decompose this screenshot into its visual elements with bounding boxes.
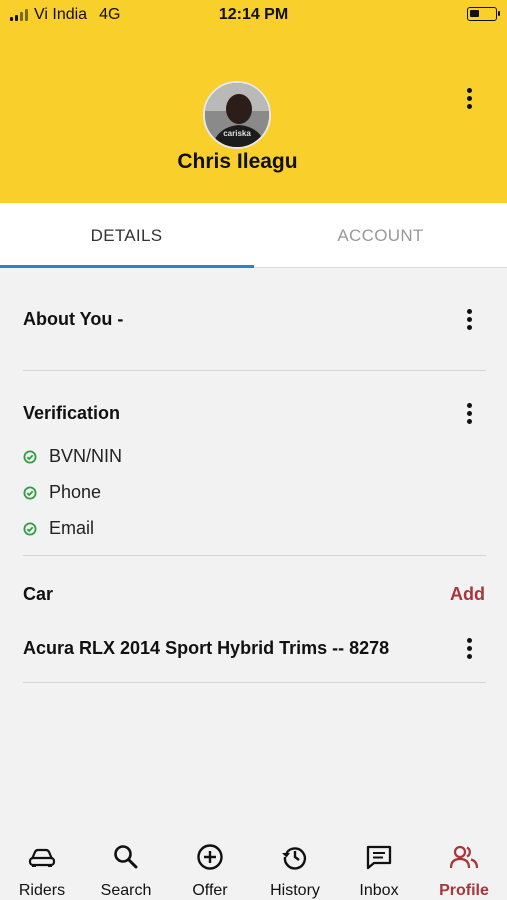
nav-label: Inbox (359, 882, 399, 899)
tab-details[interactable]: DETAILS (0, 203, 253, 268)
verification-more-icon[interactable] (459, 403, 479, 424)
avatar-shirt-text: cariska (223, 129, 251, 138)
users-icon (449, 845, 479, 869)
message-icon (366, 845, 392, 870)
verification-item-email: Email (23, 518, 94, 539)
verification-label: BVN/NIN (49, 446, 123, 466)
tab-bar: DETAILS ACCOUNT (0, 203, 507, 268)
verification-item-bvn: BVN/NIN (23, 446, 122, 467)
divider (23, 370, 486, 371)
divider (23, 555, 486, 556)
search-icon (114, 845, 138, 869)
plus-circle-icon (197, 844, 223, 870)
car-title: Car (23, 584, 54, 604)
battery-icon (467, 7, 500, 21)
nav-label: Profile (439, 882, 489, 899)
check-circle-icon (23, 486, 37, 499)
nav-inbox[interactable]: Inbox (337, 830, 421, 900)
add-car-button[interactable]: Add (450, 584, 485, 605)
verification-item-phone: Phone (23, 482, 101, 503)
nav-history[interactable]: History (253, 830, 337, 900)
profile-header: Vi India 4G 12:14 PM cariska Chris Ileag… (0, 0, 507, 203)
avatar[interactable]: cariska (203, 81, 271, 149)
nav-label: History (270, 882, 320, 899)
nav-label: Search (100, 882, 152, 899)
check-circle-icon (23, 522, 37, 535)
car-more-icon[interactable] (459, 638, 479, 659)
car-icon (28, 848, 56, 867)
clock: 12:14 PM (218, 6, 289, 23)
nav-label: Offer (192, 882, 228, 899)
verification-label: Email (49, 518, 95, 538)
bottom-nav: Riders Search Offer History Inbox Profil… (0, 830, 507, 900)
nav-riders[interactable]: Riders (0, 830, 84, 900)
tab-indicator (0, 265, 254, 268)
check-circle-icon (23, 450, 37, 463)
about-title: About You - (23, 309, 124, 329)
history-icon (282, 847, 307, 870)
verification-label: Phone (49, 482, 102, 502)
nav-profile[interactable]: Profile (422, 830, 506, 900)
nav-label: Riders (18, 882, 66, 899)
header-more-icon[interactable] (459, 88, 479, 109)
tab-account[interactable]: ACCOUNT (254, 203, 507, 268)
nav-offer[interactable]: Offer (168, 830, 252, 900)
status-bar: Vi India 4G 12:14 PM (0, 0, 507, 30)
profile-name: Chris Ileagu (177, 150, 298, 173)
divider (23, 682, 486, 683)
about-more-icon[interactable] (459, 309, 479, 330)
verification-title: Verification (23, 403, 121, 423)
nav-search[interactable]: Search (84, 830, 168, 900)
car-item-label[interactable]: Acura RLX 2014 Sport Hybrid Trims -- 827… (23, 638, 389, 659)
